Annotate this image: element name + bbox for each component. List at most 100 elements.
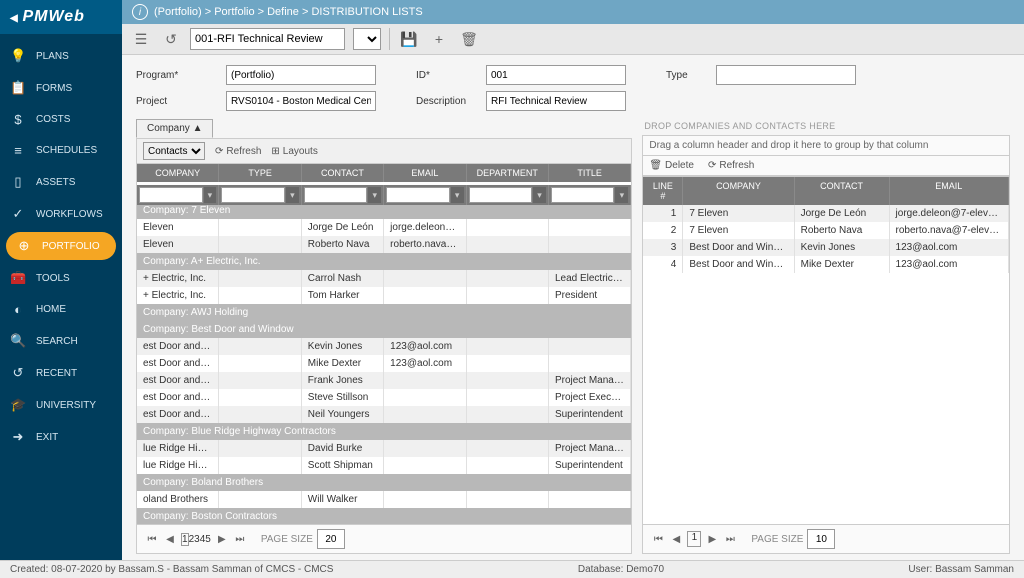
grid-group-header[interactable]: Company: AWJ Holding [137,304,631,321]
filter-icon[interactable]: ▾ [368,187,381,203]
grid-row[interactable]: 27 ElevenRoberto Navaroberto.nava@7-elev… [643,222,1009,239]
grid-group-header[interactable]: Company: Boland Brothers [137,474,631,491]
delete-icon[interactable]: 🗑 [458,28,480,50]
filter-icon[interactable]: ▾ [286,187,299,203]
sidebar-item-exit[interactable]: ➜EXIT [0,421,122,453]
pager-last-icon[interactable]: ⏭ [723,534,737,545]
program-field[interactable] [226,65,376,85]
sidebar-item-costs[interactable]: $COSTS [0,104,122,135]
sidebar: PMWeb 💡PLANS📋FORMS$COSTS≡SCHEDULES▯ASSET… [0,0,122,560]
nav-label: HOME [36,304,66,315]
page-size-input[interactable] [807,529,835,549]
drop-refresh-button[interactable]: ⟳Refresh [708,160,754,171]
pager-first-icon[interactable]: ⏮ [651,534,665,545]
grid-group-header[interactable]: Company: Boston Contractors [137,508,631,525]
app-logo: PMWeb [0,0,122,34]
save-icon[interactable]: 💾 [398,28,420,50]
layouts-button[interactable]: ⊞Layouts [271,146,317,157]
grid-row[interactable]: 3Best Door and WindowKevin Jones123@aol.… [643,239,1009,256]
grid-row[interactable]: ElevenJorge De Leónjorge.deleon@7-eleven [137,219,631,236]
sidebar-item-forms[interactable]: 📋FORMS [0,72,122,104]
grid-row[interactable]: + Electric, Inc.Carrol NashLead Electric… [137,270,631,287]
column-filter[interactable] [304,187,368,203]
filter-icon[interactable]: ▾ [533,187,546,203]
column-filter[interactable] [469,187,533,203]
grid-row[interactable]: + Electric, Inc.Tom HarkerPresident [137,287,631,304]
contacts-grid[interactable]: COMPANYTYPECONTACTEMAILDEPARTMENTTITLE ▾… [136,164,632,525]
sidebar-item-schedules[interactable]: ≡SCHEDULES [0,135,122,166]
list-icon[interactable]: ☰ [130,28,152,50]
column-header[interactable]: DEPARTMENT [467,164,549,182]
record-selector[interactable] [190,28,345,50]
filter-icon[interactable]: ▾ [204,187,217,203]
sidebar-item-plans[interactable]: 💡PLANS [0,40,122,72]
add-icon[interactable]: + [428,28,450,50]
refresh-button[interactable]: ⟳Refresh [215,146,261,157]
column-header[interactable]: LINE # [643,177,683,205]
pager-next-icon[interactable]: ▶ [215,534,229,545]
tab-company[interactable]: Company ▲ [136,119,213,138]
grid-row[interactable]: est Door and WindowKevin Jones123@aol.co… [137,338,631,355]
page-size-input[interactable] [317,529,345,549]
filter-icon[interactable]: ▾ [451,187,464,203]
grid-row[interactable]: oland BrothersWill Walker [137,491,631,508]
type-field[interactable] [716,65,856,85]
pager-last-icon[interactable]: ⏭ [233,534,247,545]
grid-row[interactable]: est Door and WindowSteve StillsonProject… [137,389,631,406]
sidebar-item-tools[interactable]: 🧰TOOLS [0,262,122,294]
sidebar-item-search[interactable]: 🔍SEARCH [0,325,122,357]
column-filter[interactable] [386,187,450,203]
info-icon[interactable]: i [132,4,148,20]
column-header[interactable]: CONTACT [302,164,384,182]
sidebar-item-recent[interactable]: ↺RECENT [0,357,122,389]
grid-group-header[interactable]: Company: Blue Ridge Highway Contractors [137,423,631,440]
contacts-selector[interactable]: Contacts [143,142,205,160]
sidebar-item-university[interactable]: 🎓UNIVERSITY [0,389,122,421]
main-area: i (Portfolio) > Portfolio > Define > DIS… [122,0,1024,560]
grid-row[interactable]: 17 ElevenJorge De Leónjorge.deleon@7-ele… [643,205,1009,222]
drop-grid[interactable]: LINE #COMPANYCONTACTEMAIL 17 ElevenJorge… [642,176,1010,525]
column-header[interactable]: COMPANY [137,164,219,182]
project-field[interactable] [226,91,376,111]
id-field[interactable] [486,65,626,85]
grid-row[interactable]: est Door and WindowFrank JonesProject Ma… [137,372,631,389]
column-header[interactable]: CONTACT [795,177,890,205]
pager-page[interactable]: 1 [687,531,701,547]
column-header[interactable]: COMPANY [683,177,794,205]
column-filter[interactable] [139,187,203,203]
nav-label: UNIVERSITY [36,400,96,411]
status-database: Database: Demo70 [578,564,664,575]
grid-row[interactable]: lue Ridge Highway CoScott ShipmanSuperin… [137,457,631,474]
grid-row[interactable]: 4Best Door and WindowMike Dexter123@aol.… [643,256,1009,273]
pager-page[interactable]: 5 [205,534,211,545]
sidebar-item-portfolio[interactable]: ⊕PORTFOLIO [6,232,116,260]
pager-page[interactable]: 1 [181,533,189,546]
column-header[interactable]: EMAIL [890,177,1009,205]
pager-prev-icon[interactable]: ◀ [669,534,683,545]
column-filter[interactable] [551,187,615,203]
drop-zone[interactable]: Drag a column header and drop it here to… [642,135,1010,156]
grid-row[interactable]: ElevenRoberto Navaroberto.nava@7-eleven [137,236,631,253]
sidebar-item-assets[interactable]: ▯ASSETS [0,166,122,198]
column-header[interactable]: EMAIL [384,164,466,182]
record-dropdown[interactable] [353,28,381,50]
column-header[interactable]: TITLE [549,164,631,182]
pager-prev-icon[interactable]: ◀ [163,534,177,545]
grid-group-header[interactable]: Company: Best Door and Window [137,321,631,338]
nav-icon: 📋 [10,80,26,96]
grid-row[interactable]: est Door and WindowMike Dexter123@aol.co… [137,355,631,372]
column-filter[interactable] [221,187,285,203]
grid-group-header[interactable]: Company: A+ Electric, Inc. [137,253,631,270]
nav-label: ASSETS [36,177,75,188]
description-field[interactable] [486,91,626,111]
filter-icon[interactable]: ▾ [615,187,628,203]
column-header[interactable]: TYPE [219,164,301,182]
grid-row[interactable]: lue Ridge Highway CoDavid BurkeProject M… [137,440,631,457]
grid-row[interactable]: est Door and WindowNeil YoungersSuperint… [137,406,631,423]
sidebar-item-home[interactable]: ◐HOME [0,294,122,325]
drop-delete-button[interactable]: 🗑Delete [649,160,694,171]
sidebar-item-workflows[interactable]: ✓WORKFLOWS [0,198,122,230]
pager-next-icon[interactable]: ▶ [705,534,719,545]
history-icon[interactable]: ↺ [160,28,182,50]
pager-first-icon[interactable]: ⏮ [145,534,159,545]
